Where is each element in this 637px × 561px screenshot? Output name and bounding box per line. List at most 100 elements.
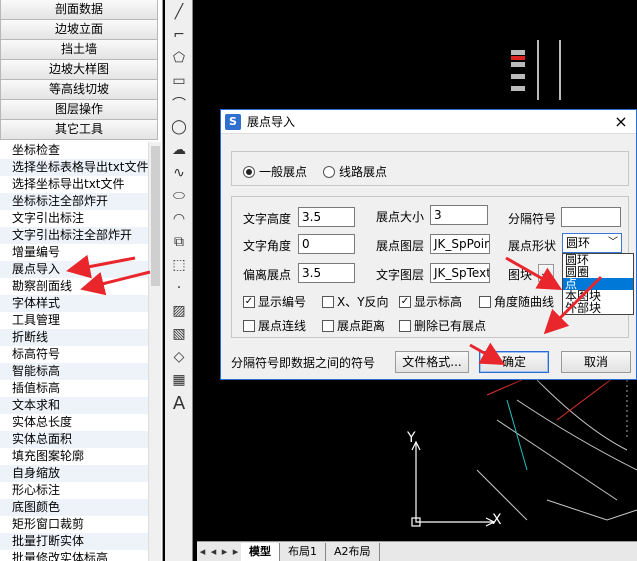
ok-button[interactable]: 确定 bbox=[479, 351, 549, 373]
shape-option[interactable]: 外部块 bbox=[563, 302, 633, 314]
command-item[interactable]: 实体总长度 bbox=[0, 414, 148, 431]
radio-line[interactable]: 线路展点 bbox=[323, 163, 387, 180]
offset-input[interactable]: 3.5 bbox=[298, 263, 355, 283]
radio-line-label: 线路展点 bbox=[339, 165, 388, 179]
command-item[interactable]: 勘察剖面线 bbox=[0, 278, 148, 295]
dialog-title: 展点导入 bbox=[247, 115, 296, 129]
category-button[interactable]: 边坡立面 bbox=[0, 20, 158, 40]
command-item[interactable]: 字体样式 bbox=[0, 295, 148, 312]
command-item[interactable]: 标高符号 bbox=[0, 346, 148, 363]
prev-tab-icon[interactable]: ◂ bbox=[208, 545, 219, 558]
polyline-icon[interactable]: ⌐ bbox=[167, 24, 191, 46]
command-item[interactable]: 坐标标注全部炸开 bbox=[0, 193, 148, 210]
layout-tabs: ◂ ◂ ▸ ▸ 模型 布局1 A2布局 bbox=[197, 541, 637, 561]
command-item[interactable]: 智能标高 bbox=[0, 363, 148, 380]
checkbox-unchecked bbox=[322, 295, 334, 308]
category-button[interactable]: 图层操作 bbox=[0, 100, 158, 120]
gradient-icon[interactable]: ▧ bbox=[167, 323, 191, 345]
command-item[interactable]: 文字引出标注全部炸开 bbox=[0, 227, 148, 244]
radio-general[interactable]: 一般展点 bbox=[243, 163, 307, 180]
category-button[interactable]: 挡土墙 bbox=[0, 40, 158, 60]
file-format-button[interactable]: 文件格式... bbox=[395, 351, 469, 373]
block-label: 图块 bbox=[508, 268, 533, 282]
chk-show-number[interactable]: ✓ 显示编号 bbox=[243, 293, 306, 310]
point-size-input[interactable]: 3 bbox=[430, 205, 488, 225]
app-icon: S bbox=[225, 113, 241, 130]
separator-hint: 分隔符号即数据之间的符号 bbox=[231, 356, 376, 370]
category-button[interactable]: 其它工具 bbox=[0, 120, 158, 140]
hatch-icon[interactable]: ▨ bbox=[167, 300, 191, 322]
point-icon[interactable]: · bbox=[167, 277, 191, 299]
checkbox-checked: ✓ bbox=[399, 295, 411, 308]
command-item[interactable]: 矩形窗口裁剪 bbox=[0, 516, 148, 533]
arc-icon[interactable]: ⌒ bbox=[167, 93, 191, 115]
separator-input[interactable] bbox=[561, 207, 621, 227]
cloud-icon[interactable]: ☁ bbox=[167, 139, 191, 161]
block-browse-button[interactable]: ... bbox=[538, 264, 554, 282]
tab-layout1[interactable]: 布局1 bbox=[280, 542, 326, 561]
dialog-titlebar[interactable]: S 展点导入 × bbox=[221, 110, 636, 134]
chk-point-distance[interactable]: 展点距离 bbox=[322, 317, 385, 334]
command-item[interactable]: 形心标注 bbox=[0, 482, 148, 499]
last-tab-icon[interactable]: ▸ bbox=[230, 545, 241, 558]
command-item[interactable]: 增量编号 bbox=[0, 244, 148, 261]
circle-icon[interactable]: ◯ bbox=[167, 116, 191, 138]
category-button[interactable]: 边坡大样图 bbox=[0, 60, 158, 80]
chk-show-number-label: 显示编号 bbox=[258, 295, 307, 309]
point-import-dialog: S 展点导入 × 一般展点 线路展点 文字高度 3.5 展点大小 3 分隔符号 … bbox=[220, 109, 637, 380]
chk-delete-existing-label: 删除已有展点 bbox=[414, 319, 487, 333]
line-icon[interactable]: ╱ bbox=[167, 1, 191, 23]
tab-model[interactable]: 模型 bbox=[241, 542, 280, 561]
scrollbar-thumb[interactable] bbox=[151, 146, 160, 286]
command-item[interactable]: 填充图案轮廓 bbox=[0, 448, 148, 465]
command-item[interactable]: 底图颜色 bbox=[0, 499, 148, 516]
chk-xy-reverse[interactable]: X、Y反向 bbox=[322, 293, 389, 310]
text-angle-input[interactable]: 0 bbox=[298, 234, 355, 254]
chk-xy-reverse-label: X、Y反向 bbox=[337, 295, 389, 309]
command-item[interactable]: 自身缩放 bbox=[0, 465, 148, 482]
chk-show-elevation[interactable]: ✓ 显示标高 bbox=[399, 293, 462, 310]
polygon-icon[interactable]: ⬠ bbox=[167, 47, 191, 69]
command-item[interactable]: 选择坐标表格导出txt文件 bbox=[0, 159, 148, 176]
close-icon[interactable]: × bbox=[606, 112, 636, 131]
category-button[interactable]: 剖面数据 bbox=[0, 0, 158, 20]
command-item[interactable]: 选择坐标导出txt文件 bbox=[0, 176, 148, 193]
command-item[interactable]: 折断线 bbox=[0, 329, 148, 346]
boundary-icon[interactable]: ◇ bbox=[167, 346, 191, 368]
make-block-icon[interactable]: ⬚ bbox=[167, 254, 191, 276]
command-item[interactable]: 批量打断实体 bbox=[0, 533, 148, 550]
tab-layout2[interactable]: A2布局 bbox=[326, 542, 380, 561]
command-item[interactable]: 批量修改实体标高 bbox=[0, 550, 148, 561]
command-item[interactable]: 工具管理 bbox=[0, 312, 148, 329]
command-item[interactable]: 展点导入 bbox=[0, 261, 148, 278]
text-layer-input[interactable]: JK_SpText bbox=[430, 263, 490, 283]
category-button[interactable]: 等高线切坡 bbox=[0, 80, 158, 100]
cancel-button[interactable]: 取消 bbox=[561, 351, 631, 373]
command-list-scrollbar[interactable] bbox=[148, 142, 161, 561]
chk-connect-points[interactable]: 展点连线 bbox=[243, 317, 306, 334]
ellipse-icon[interactable]: ⬭ bbox=[167, 185, 191, 207]
checkbox-checked: ✓ bbox=[243, 295, 255, 308]
chk-delete-existing[interactable]: 删除已有展点 bbox=[399, 317, 486, 334]
point-layer-input[interactable]: JK_SpPoint bbox=[430, 234, 490, 254]
radio-dot bbox=[243, 165, 255, 178]
text-icon[interactable]: A bbox=[167, 392, 191, 414]
point-shape-label: 展点形状 bbox=[508, 239, 557, 253]
command-item[interactable]: 文本求和 bbox=[0, 397, 148, 414]
rectangle-icon[interactable]: ▭ bbox=[167, 70, 191, 92]
command-item[interactable]: 文字引出标注 bbox=[0, 210, 148, 227]
command-item[interactable]: 实体总面积 bbox=[0, 431, 148, 448]
ellipse-arc-icon[interactable]: ◠ bbox=[167, 208, 191, 230]
point-shape-select[interactable]: 圆环 ﹀ bbox=[562, 233, 622, 253]
insert-block-icon[interactable]: ⧉ bbox=[167, 231, 191, 253]
command-item[interactable]: 插值标高 bbox=[0, 380, 148, 397]
checkbox-unchecked bbox=[399, 319, 411, 332]
text-height-input[interactable]: 3.5 bbox=[298, 207, 355, 227]
chk-angle-curve[interactable]: 角度随曲线 bbox=[479, 293, 554, 310]
spline-icon[interactable]: ∿ bbox=[167, 162, 191, 184]
table-icon[interactable]: ▦ bbox=[167, 369, 191, 391]
next-tab-icon[interactable]: ▸ bbox=[219, 545, 230, 558]
command-item[interactable]: 坐标检查 bbox=[0, 142, 148, 159]
checkbox-unchecked bbox=[479, 295, 491, 308]
first-tab-icon[interactable]: ◂ bbox=[197, 545, 208, 558]
